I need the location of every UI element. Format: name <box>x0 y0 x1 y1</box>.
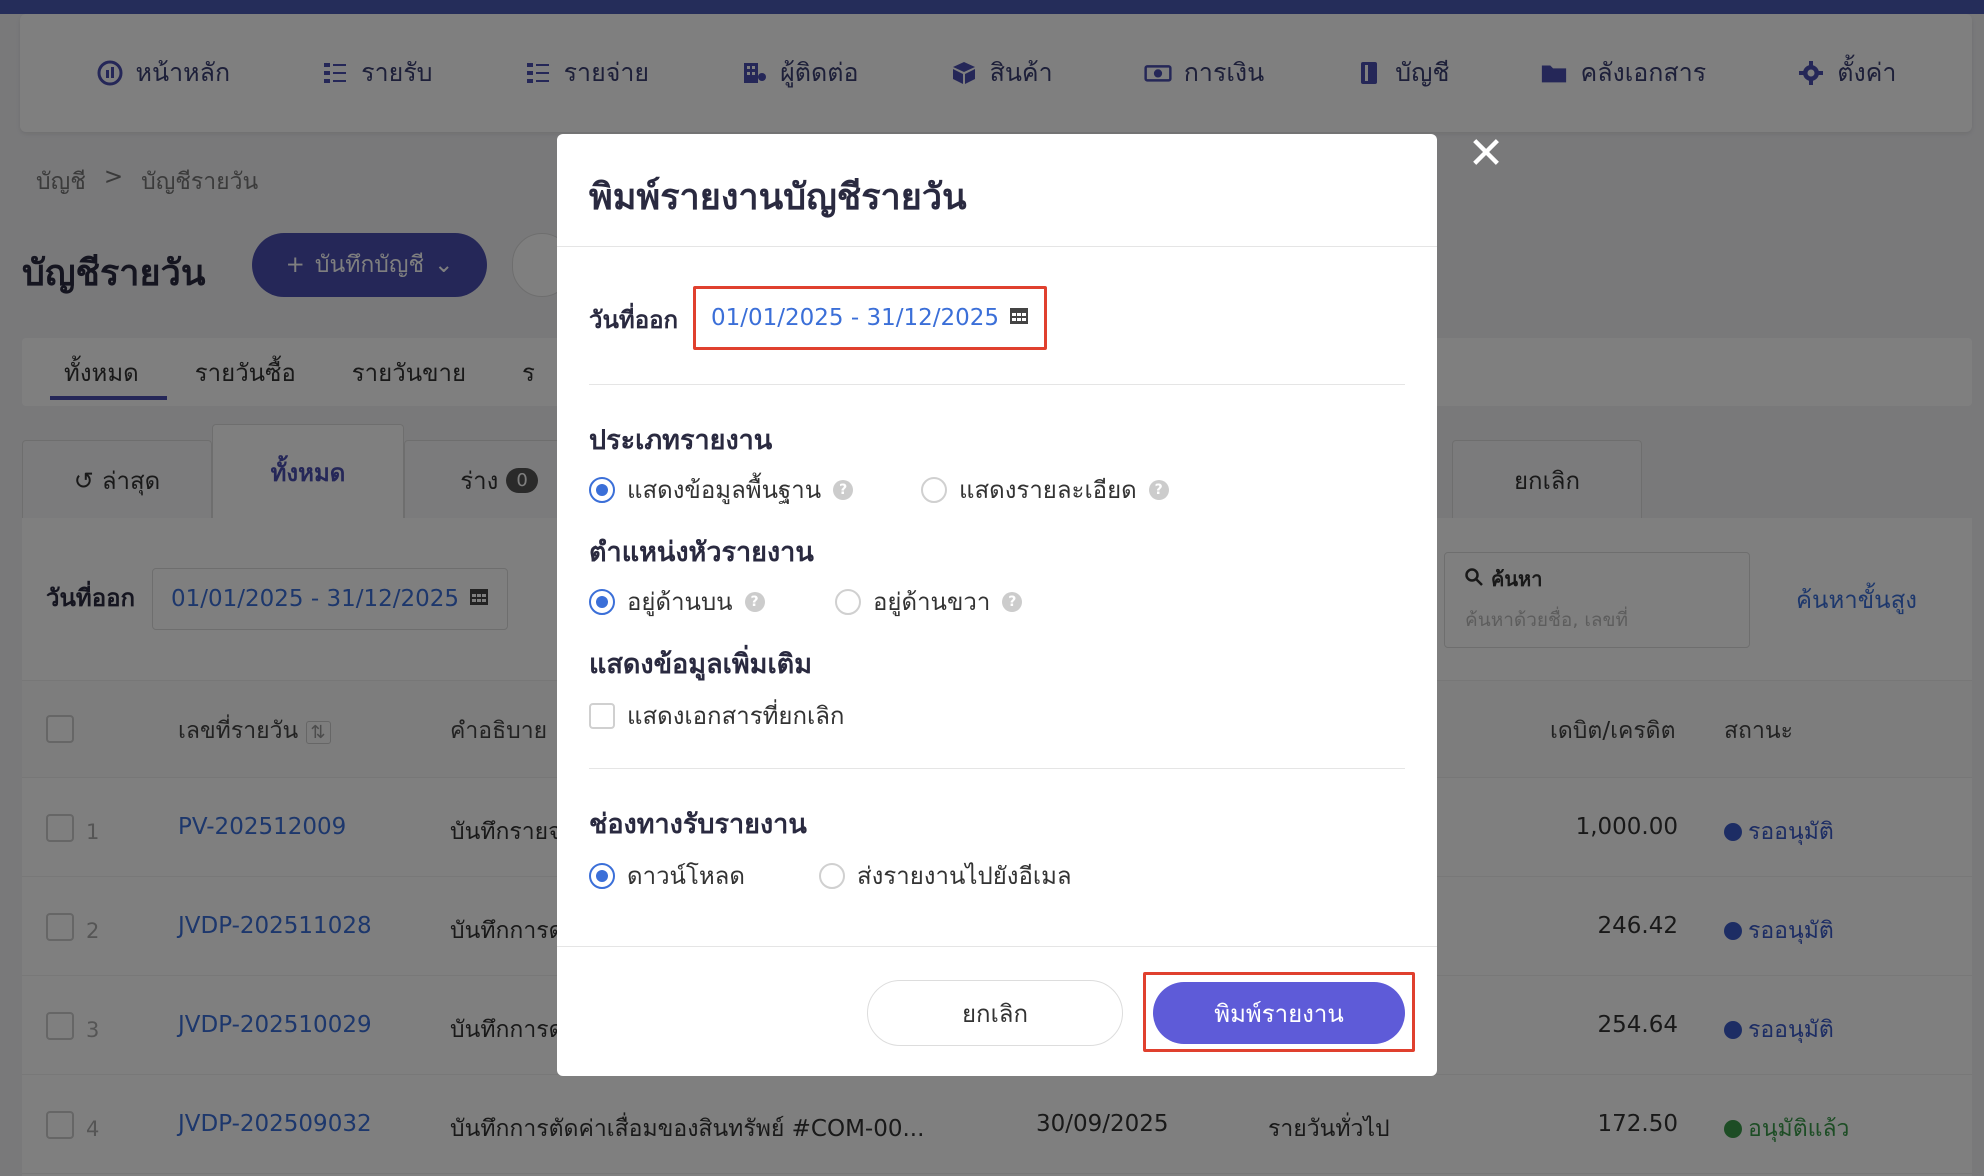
header-position-top-option[interactable]: อยู่ด้านบน ? <box>589 582 765 621</box>
divider <box>557 946 1437 947</box>
option-label: แสดงรายละเอียด <box>959 476 1137 504</box>
report-type-title: ประเภทรายงาน <box>589 425 773 456</box>
radio-unselected[interactable] <box>835 588 861 615</box>
print-button-highlight: พิมพ์รายงาน <box>1143 972 1415 1052</box>
help-icon[interactable]: ? <box>744 591 765 612</box>
delivery-channel-title: ช่องทางรับรายงาน <box>589 809 807 840</box>
header-position-title: ตำแหน่งหัวรายงาน <box>589 537 814 568</box>
radio-unselected[interactable] <box>819 862 845 889</box>
help-icon[interactable]: ? <box>1148 479 1169 500</box>
dialog-title: พิมพ์รายงานบัญชีรายวัน <box>589 177 967 218</box>
calendar-icon <box>1009 305 1029 331</box>
option-label: อยู่ด้านบน <box>627 588 733 616</box>
radio-unselected[interactable] <box>921 476 947 503</box>
date-label: วันที่ออก <box>589 306 679 334</box>
radio-selected[interactable] <box>589 588 615 615</box>
divider <box>589 768 1405 769</box>
radio-selected[interactable] <box>589 476 615 503</box>
divider <box>589 384 1405 385</box>
option-label: ส่งรายงานไปยังอีเมล <box>857 862 1072 890</box>
option-label: แสดงเอกสารที่ยกเลิก <box>627 702 845 730</box>
date-range-value: 01/01/2025 - 31/12/2025 <box>710 305 1000 331</box>
date-range-input[interactable]: 01/01/2025 - 31/12/2025 <box>693 286 1047 350</box>
cancel-button[interactable]: ยกเลิก <box>867 980 1123 1046</box>
divider <box>557 246 1437 247</box>
channel-email-option[interactable]: ส่งรายงานไปยังอีเมล <box>819 856 1072 895</box>
extra-info-title: แสดงข้อมูลเพิ่มเติม <box>589 649 813 680</box>
option-label: อยู่ด้านขวา <box>873 588 991 616</box>
report-type-basic-option[interactable]: แสดงข้อมูลพื้นฐาน ? <box>589 470 854 509</box>
report-type-detail-option[interactable]: แสดงรายละเอียด ? <box>921 470 1169 509</box>
show-cancelled-checkbox[interactable] <box>589 702 615 729</box>
radio-selected[interactable] <box>589 862 615 889</box>
show-cancelled-option[interactable]: แสดงเอกสารที่ยกเลิก <box>589 696 844 735</box>
print-report-dialog: พิมพ์รายงานบัญชีรายวัน วันที่ออก 01/01/2… <box>557 134 1437 1076</box>
help-icon[interactable]: ? <box>1002 591 1023 612</box>
help-icon[interactable]: ? <box>833 479 854 500</box>
option-label: ดาวน์โหลด <box>627 862 745 890</box>
close-icon[interactable]: ✕ <box>1466 132 1506 176</box>
channel-download-option[interactable]: ดาวน์โหลด <box>589 856 745 895</box>
option-label: แสดงข้อมูลพื้นฐาน <box>627 476 822 504</box>
print-report-button[interactable]: พิมพ์รายงาน <box>1153 982 1405 1044</box>
header-position-right-option[interactable]: อยู่ด้านขวา ? <box>835 582 1023 621</box>
